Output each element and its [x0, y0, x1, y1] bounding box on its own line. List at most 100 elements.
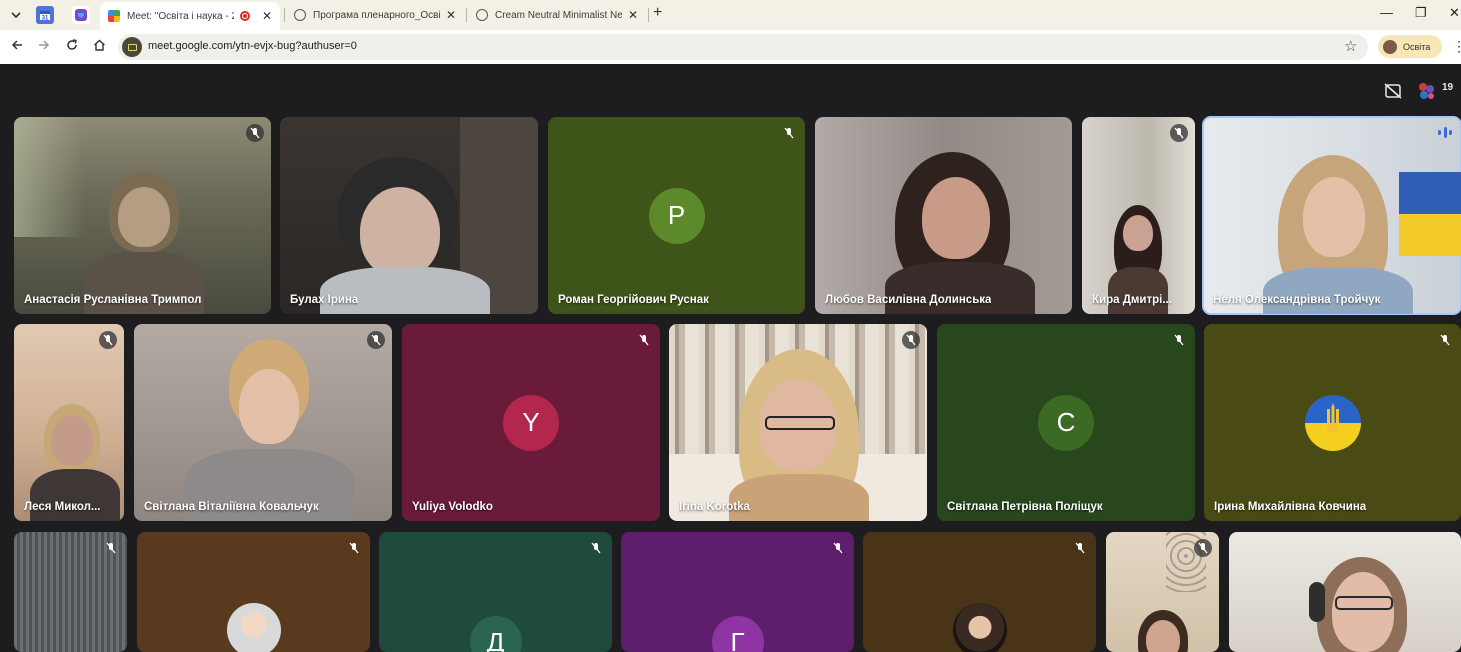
restore-button[interactable]: ❐	[1415, 5, 1427, 21]
participant-tile[interactable]: Любов Василівна Долинська	[815, 117, 1072, 314]
new-tab-button[interactable]: +	[653, 4, 662, 22]
speaking-indicator-icon	[1438, 126, 1452, 138]
participant-tile[interactable]	[137, 532, 370, 652]
muted-mic-icon	[829, 539, 847, 557]
participant-tile[interactable]	[863, 532, 1096, 652]
participant-tile[interactable]: Р Роман Георгійович Руснак	[548, 117, 805, 314]
profile-button[interactable]: Освіта	[1378, 35, 1442, 58]
tab-search-button[interactable]	[6, 5, 26, 25]
participant-tile[interactable]: Irina Korotka	[669, 324, 927, 521]
participant-tile[interactable]	[14, 532, 127, 652]
tab-title: Програма пленарного_Освіта	[313, 9, 440, 21]
tab-divider	[466, 8, 467, 22]
svg-text:31: 31	[42, 16, 49, 22]
captions-off-icon[interactable]	[1381, 80, 1405, 102]
muted-mic-icon	[1436, 331, 1454, 349]
muted-mic-icon	[1071, 539, 1089, 557]
muted-mic-icon	[587, 539, 605, 557]
participant-name: Леся Микол...	[24, 501, 101, 513]
participant-name: Світлана Петрівна Поліщук	[947, 501, 1103, 513]
home-icon	[93, 39, 105, 51]
forward-button[interactable]	[35, 38, 53, 54]
reload-icon	[67, 39, 77, 50]
participant-avatar: Г	[711, 616, 764, 652]
participant-tile[interactable]	[1106, 532, 1219, 652]
globe-icon	[294, 9, 306, 21]
tab-meet[interactable]: Meet: "Освіта і наука - 202 ✕	[100, 2, 280, 30]
participant-name: Анастасія Русланівна Тримпол	[24, 294, 202, 306]
url-text: meet.google.com/ytn-evjx-bug?authuser=0	[148, 40, 357, 52]
profile-name: Освіта	[1403, 41, 1431, 52]
participant-tile[interactable]: Г	[621, 532, 854, 652]
participant-name: Булах Ірина	[290, 294, 359, 306]
close-tab-icon[interactable]: ✕	[628, 8, 638, 22]
pinned-tab-calendar[interactable]: 31	[36, 6, 54, 24]
site-info-icon[interactable]	[122, 37, 142, 57]
recording-icon	[239, 11, 250, 21]
browser-toolbar: meet.google.com/ytn-evjx-bug?authuser=0 …	[0, 30, 1461, 64]
minimize-button[interactable]: —	[1380, 5, 1393, 20]
home-button[interactable]	[90, 38, 108, 54]
participant-avatar: Y	[503, 394, 559, 451]
muted-mic-icon	[780, 124, 798, 142]
tab-cream-neutral[interactable]: Cream Neutral Minimalist New ✕	[468, 2, 646, 28]
participant-tile[interactable]: Світлана Віталіївна Ковальчук	[134, 324, 392, 521]
muted-mic-icon	[99, 331, 117, 349]
participants-icon[interactable]	[1415, 80, 1439, 102]
participant-tile[interactable]: Булах Ірина	[280, 117, 538, 314]
browser-menu-icon[interactable]: ⋮	[1452, 38, 1461, 55]
google-meet-icon	[108, 10, 120, 22]
muted-mic-icon	[367, 331, 385, 349]
close-tab-icon[interactable]: ✕	[262, 9, 272, 23]
muted-mic-icon	[635, 331, 653, 349]
participant-tile[interactable]	[1229, 532, 1461, 652]
participant-tile[interactable]: Леся Микол...	[14, 324, 124, 521]
participant-tile[interactable]: Д	[379, 532, 612, 652]
muted-mic-icon	[902, 331, 920, 349]
profile-avatar	[1383, 39, 1397, 54]
participant-tile[interactable]: Кира Дмитрі...	[1082, 117, 1195, 314]
participant-count: 19	[1442, 82, 1454, 93]
muted-mic-icon	[1194, 539, 1212, 557]
tab-title: Meet: "Освіта і наука - 202	[127, 10, 234, 22]
meet-stage: 19 Анастасія Русланівна Тримпол Булах Ір…	[0, 64, 1461, 652]
back-button[interactable]	[8, 38, 26, 54]
address-bar[interactable]: meet.google.com/ytn-evjx-bug?authuser=0 …	[118, 34, 1368, 60]
close-tab-icon[interactable]: ✕	[446, 8, 456, 22]
participant-name: Кира Дмитрі...	[1092, 294, 1172, 306]
tab-programa[interactable]: Програма пленарного_Освіта ✕	[286, 2, 464, 28]
participant-name: Ірина Михайлівна Ковчина	[1214, 501, 1367, 513]
participant-avatar	[227, 603, 281, 652]
participant-name: Yuliya Volodko	[412, 501, 493, 513]
participant-avatar: Р	[648, 187, 705, 244]
participant-tile[interactable]: С Світлана Петрівна Поліщук	[937, 324, 1195, 521]
ukraine-flag-avatar	[1304, 394, 1361, 451]
participant-name: Любов Василівна Долинська	[825, 294, 992, 306]
participant-name: Роман Георгійович Руснак	[558, 294, 709, 306]
muted-mic-icon	[1170, 124, 1188, 142]
participant-avatar: С	[1038, 394, 1094, 451]
reload-button[interactable]	[63, 38, 81, 54]
participant-avatar	[953, 603, 1007, 652]
browser-tab-bar: 31 Meet: "Освіта і наука - 202 ✕ Програм…	[0, 0, 1461, 30]
tab-divider	[648, 8, 649, 22]
tab-title: Cream Neutral Minimalist New	[495, 9, 622, 21]
arrow-left-icon	[11, 40, 22, 50]
participant-name: Неля Олександрівна Тройчук	[1213, 294, 1381, 306]
participant-tile[interactable]: Неля Олександрівна Тройчук	[1202, 116, 1461, 315]
participant-avatar: Д	[469, 616, 522, 652]
participant-tile[interactable]: Анастасія Русланівна Тримпол	[14, 117, 271, 314]
participant-tile[interactable]: Y Yuliya Volodko	[402, 324, 660, 521]
arrow-right-icon	[39, 40, 50, 50]
participant-tile[interactable]: Ірина Михайлівна Ковчина	[1204, 324, 1461, 521]
tab-divider	[284, 8, 285, 22]
bookmark-star-icon[interactable]: ☆	[1344, 37, 1357, 55]
close-window-button[interactable]: ✕	[1449, 5, 1460, 21]
muted-mic-icon	[246, 124, 264, 142]
participant-name: Світлана Віталіївна Ковальчук	[144, 501, 319, 513]
muted-mic-icon	[102, 539, 120, 557]
participant-name: Irina Korotka	[679, 501, 750, 513]
muted-mic-icon	[1170, 331, 1188, 349]
globe-icon	[476, 9, 488, 21]
pinned-tab-shield[interactable]	[72, 6, 90, 24]
